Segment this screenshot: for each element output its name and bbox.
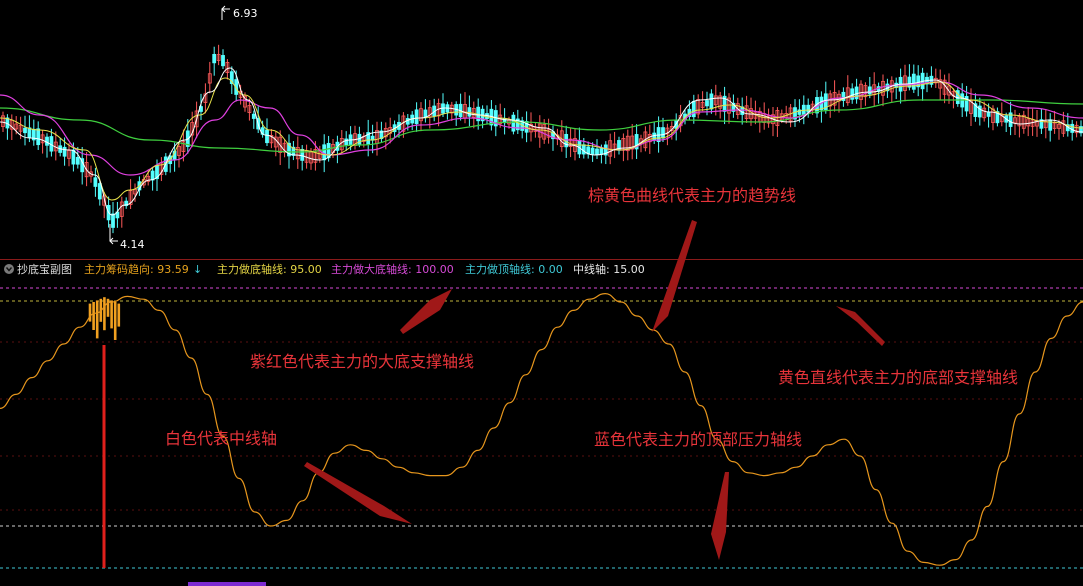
annotation-top-axis: 蓝色代表主力的顶部压力轴线: [594, 430, 802, 449]
candle-body: [111, 213, 115, 228]
candle-body: [97, 183, 102, 200]
candle-body: [705, 100, 709, 107]
stock-chart-screen: 6.93 4.14 抄底宝副图 主力筹码趋向: 93.59 ↓ 主力做底轴线: …: [0, 0, 1083, 586]
bottom-axis-label: 主力做底轴线: 95.00: [217, 262, 322, 276]
chart-background: [0, 0, 1083, 586]
annotation-midline-axis: 白色代表中线轴: [165, 429, 277, 448]
indicator-title: 抄底宝副图: [17, 262, 72, 276]
candle-body: [150, 170, 155, 181]
candle-body: [590, 147, 595, 155]
candle-body: [23, 127, 27, 134]
price-high-label: 6.93: [233, 7, 258, 20]
big-bottom-axis-label: 主力做大底轴线: 100.00: [331, 262, 454, 276]
candle-body: [661, 127, 665, 139]
candle-body: [414, 109, 419, 125]
candle-body: [709, 93, 714, 110]
candle-body: [911, 73, 916, 90]
candle-body: [265, 129, 269, 144]
candle-body: [581, 144, 586, 155]
candle-body: [867, 86, 872, 95]
annotation-bottom-axis: 黄色直线代表主力的底部支撑轴线: [778, 368, 1018, 387]
price-low-label: 4.14: [120, 238, 145, 251]
candle-body: [511, 114, 516, 132]
candle-body: [221, 55, 225, 67]
candle-body: [599, 148, 604, 155]
candle-body: [71, 149, 76, 165]
midline-axis-label: 中线轴: 15.00: [573, 262, 645, 276]
candle-body: [1048, 119, 1053, 131]
candle-body: [212, 53, 217, 64]
candle-body: [595, 148, 599, 155]
candle-body: [300, 148, 305, 161]
candle-body: [251, 113, 256, 119]
annotation-big-bottom-axis: 紫红色代表主力的大底支撑轴线: [250, 352, 474, 371]
collapse-toggle[interactable]: [4, 264, 14, 274]
candle-body: [322, 144, 327, 161]
candle-body: [62, 146, 67, 157]
annotation-trend-line: 棕黄色曲线代表主力的趋势线: [588, 186, 796, 205]
candle-body: [36, 128, 41, 146]
candle-body: [423, 109, 428, 118]
scrollbar-thumb[interactable]: [188, 582, 266, 586]
top-axis-label: 主力做顶轴线: 0.00: [465, 262, 563, 276]
candle-body: [75, 156, 80, 165]
trend-value-label: 主力筹码趋向: 93.59: [84, 262, 189, 276]
candle-body: [691, 100, 696, 118]
candle-body: [93, 177, 98, 187]
candle-body: [986, 111, 991, 117]
candle-body: [467, 107, 472, 117]
candle-body: [1070, 123, 1075, 133]
trend-arrow-icon: ↓: [193, 263, 202, 276]
